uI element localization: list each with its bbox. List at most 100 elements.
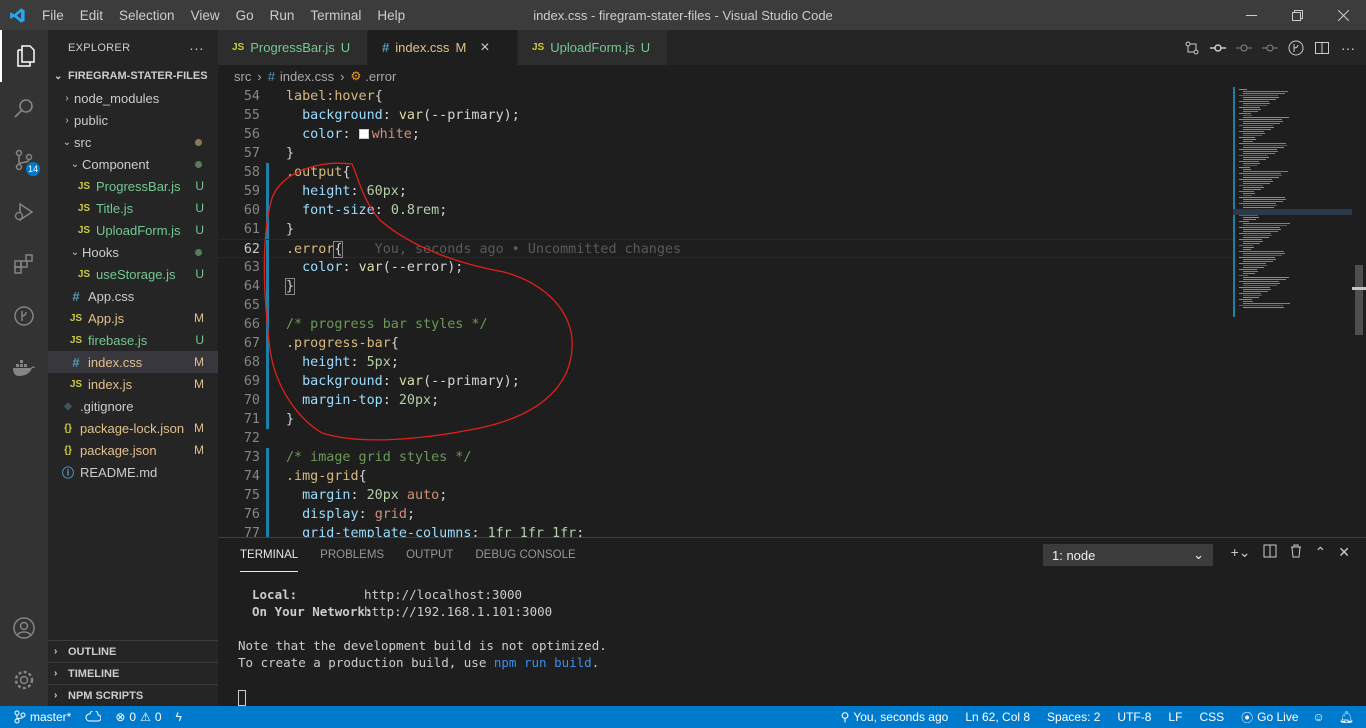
tree-item-app-css[interactable]: # App.css	[48, 285, 218, 307]
npm-scripts-section[interactable]: › NPM SCRIPTS	[48, 684, 218, 706]
search-activity-button[interactable]	[0, 82, 48, 134]
extensions-activity-button[interactable]	[0, 238, 48, 290]
tab-terminal[interactable]: TERMINAL	[240, 538, 299, 572]
git-change-marker[interactable]	[266, 163, 269, 182]
git-change-marker[interactable]	[266, 296, 269, 315]
tree-item-usestorage-js[interactable]: JS useStorage.js U	[48, 263, 218, 285]
more-actions-button[interactable]: ···	[189, 40, 204, 56]
more-actions-icon[interactable]: ···	[1340, 40, 1356, 56]
menu-selection[interactable]: Selection	[111, 8, 183, 23]
docker-activity-button[interactable]	[0, 342, 48, 394]
go-live-button[interactable]: ⦿ Go Live	[1234, 709, 1305, 726]
tree-item-uploadform-js[interactable]: JS UploadForm.js U	[48, 219, 218, 241]
next-change-icon[interactable]	[1262, 40, 1278, 56]
branch-indicator[interactable]: master*	[0, 710, 78, 724]
breadcrumb-file[interactable]: index.css	[280, 69, 334, 84]
split-editor-icon[interactable]	[1314, 40, 1330, 56]
trash-icon[interactable]	[1289, 544, 1303, 561]
git-change-marker[interactable]	[266, 277, 269, 296]
menu-go[interactable]: Go	[228, 8, 262, 23]
git-change-marker[interactable]	[266, 258, 269, 277]
network-url[interactable]: http://192.168.1.101:3000	[364, 604, 552, 619]
restore-button[interactable]	[1274, 0, 1320, 30]
feedback-button[interactable]: ☺	[1306, 710, 1332, 724]
git-change-marker[interactable]	[266, 524, 269, 537]
tab-index-css[interactable]: # index.css M ×	[368, 30, 518, 65]
git-change-marker[interactable]	[266, 220, 269, 239]
manage-button[interactable]	[0, 654, 48, 706]
split-terminal-icon[interactable]	[1263, 544, 1277, 561]
close-window-button[interactable]	[1320, 0, 1366, 30]
git-commit-icon[interactable]	[1210, 40, 1226, 56]
menu-edit[interactable]: Edit	[72, 8, 111, 23]
local-url[interactable]: http://localhost:3000	[364, 587, 522, 602]
code-editor[interactable]: 54 label:hover{55 background: var(--prima…	[218, 87, 1366, 537]
breadcrumb-folder[interactable]: src	[234, 69, 251, 84]
live-share-button[interactable]: ϟ	[169, 710, 189, 724]
git-blame-indicator[interactable]: ⚲ You, seconds ago	[834, 710, 956, 724]
notifications-button[interactable]: 🔔︎	[1332, 710, 1366, 724]
menu-file[interactable]: File	[34, 8, 72, 23]
language-mode[interactable]: CSS	[1189, 710, 1234, 724]
compare-changes-icon[interactable]	[1184, 40, 1200, 56]
timeline-section[interactable]: › TIMELINE	[48, 662, 218, 684]
tab-uploadform-js[interactable]: JS UploadForm.js U	[518, 30, 668, 65]
git-change-marker[interactable]	[266, 448, 269, 467]
terminal-selector[interactable]: 1: node ⌄	[1043, 544, 1213, 566]
git-change-marker[interactable]	[266, 467, 269, 486]
sync-button[interactable]	[78, 711, 108, 723]
git-change-marker[interactable]	[266, 505, 269, 524]
terminal-output[interactable]: Local: http://localhost:3000 On Your Netw…	[218, 572, 1366, 706]
tree-item-index-js[interactable]: JS index.js M	[48, 373, 218, 395]
git-change-marker[interactable]	[266, 201, 269, 220]
previous-change-icon[interactable]	[1236, 40, 1252, 56]
tree-item-progressbar-js[interactable]: JS ProgressBar.js U	[48, 175, 218, 197]
menu-help[interactable]: Help	[369, 8, 413, 23]
tree-item-firebase-js[interactable]: JS firebase.js U	[48, 329, 218, 351]
tree-item-src[interactable]: ⌄ src	[48, 131, 218, 153]
new-terminal-icon[interactable]: +⌄	[1231, 544, 1251, 561]
git-change-marker[interactable]	[266, 410, 269, 429]
git-change-marker[interactable]	[266, 240, 269, 259]
open-changes-icon[interactable]	[1288, 40, 1304, 56]
tree-item-title-js[interactable]: JS Title.js U	[48, 197, 218, 219]
workspace-root[interactable]: ⌄ FIREGRAM-STATER-FILES	[48, 65, 218, 87]
problems-indicator[interactable]: ⊗ 0 ⚠ 0	[108, 710, 168, 724]
editor-scrollbar[interactable]	[1352, 87, 1366, 537]
tree-item-package-json[interactable]: {} package.json M	[48, 439, 218, 461]
git-change-marker[interactable]	[266, 334, 269, 353]
cursor-position[interactable]: Ln 62, Col 8	[955, 710, 1040, 724]
tree-item-public[interactable]: › public	[48, 109, 218, 131]
git-change-marker[interactable]	[266, 353, 269, 372]
tab-progressbar-js[interactable]: JS ProgressBar.js U	[218, 30, 368, 65]
tree-item-component[interactable]: ⌄ Component	[48, 153, 218, 175]
minimap[interactable]	[1233, 87, 1353, 537]
tree-item-package-lock-json[interactable]: {} package-lock.json M	[48, 417, 218, 439]
git-change-marker[interactable]	[266, 372, 269, 391]
close-tab-icon[interactable]: ×	[480, 39, 489, 57]
git-change-marker[interactable]	[266, 315, 269, 334]
git-history-activity-button[interactable]	[0, 290, 48, 342]
tab-problems[interactable]: PROBLEMS	[320, 538, 384, 572]
minimize-button[interactable]	[1228, 0, 1274, 30]
tab-debug-console[interactable]: DEBUG CONSOLE	[475, 538, 575, 572]
close-panel-icon[interactable]: ✕	[1338, 544, 1350, 561]
scrollbar-thumb[interactable]	[1355, 265, 1363, 335]
tree-item-readme-md[interactable]: ⓘ README.md	[48, 461, 218, 483]
menu-run[interactable]: Run	[262, 8, 303, 23]
end-of-line[interactable]: LF	[1161, 710, 1189, 724]
git-change-marker[interactable]	[266, 486, 269, 505]
menu-view[interactable]: View	[183, 8, 228, 23]
encoding[interactable]: UTF-8	[1107, 710, 1161, 724]
tab-output[interactable]: OUTPUT	[406, 538, 453, 572]
run-debug-activity-button[interactable]	[0, 186, 48, 238]
tree-item-app-js[interactable]: JS App.js M	[48, 307, 218, 329]
explorer-activity-button[interactable]	[0, 30, 48, 82]
tree-item-hooks[interactable]: ⌄ Hooks	[48, 241, 218, 263]
accounts-button[interactable]	[0, 602, 48, 654]
source-control-activity-button[interactable]: 14	[0, 134, 48, 186]
color-swatch[interactable]	[358, 129, 369, 139]
outline-section[interactable]: › OUTLINE	[48, 640, 218, 662]
tree-item--gitignore[interactable]: ◆ .gitignore	[48, 395, 218, 417]
indentation[interactable]: Spaces: 2	[1040, 710, 1107, 724]
